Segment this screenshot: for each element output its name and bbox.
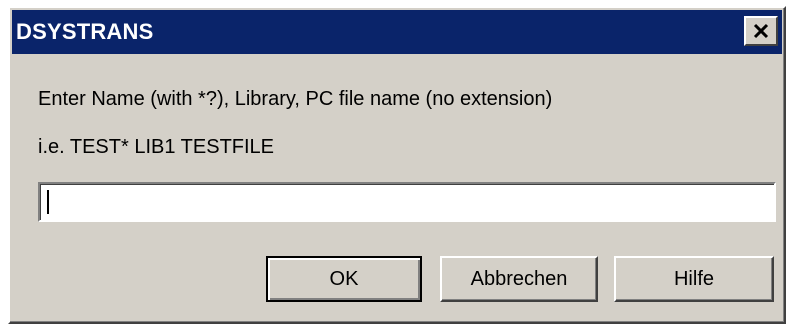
example-label: i.e. TEST* LIB1 TESTFILE bbox=[38, 136, 275, 158]
help-button[interactable]: Hilfe bbox=[614, 256, 774, 302]
ok-button[interactable]: OK bbox=[266, 256, 422, 302]
window-title: DSYSTRANS bbox=[16, 19, 154, 44]
close-button[interactable] bbox=[744, 16, 778, 46]
name-input[interactable] bbox=[38, 182, 776, 222]
cancel-button[interactable]: Abbrechen bbox=[440, 256, 598, 302]
text-caret bbox=[47, 190, 49, 214]
close-icon bbox=[753, 23, 769, 39]
dialog-window: DSYSTRANS Enter Name (with *?), Library,… bbox=[8, 6, 786, 324]
prompt-label: Enter Name (with *?), Library, PC file n… bbox=[38, 88, 553, 110]
title-bar[interactable]: DSYSTRANS bbox=[12, 10, 782, 54]
